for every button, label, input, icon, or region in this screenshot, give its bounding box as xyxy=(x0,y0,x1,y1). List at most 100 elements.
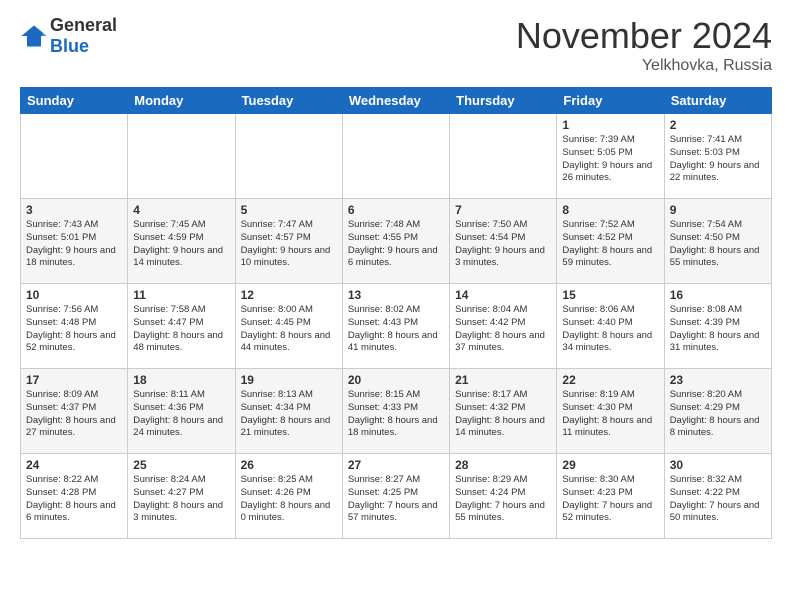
day-number: 14 xyxy=(455,288,551,302)
table-row xyxy=(235,114,342,199)
table-row: 29 Sunrise: 8:30 AM Sunset: 4:23 PM Dayli… xyxy=(557,454,664,539)
day-number: 1 xyxy=(562,118,658,132)
day-number: 25 xyxy=(133,458,229,472)
day-number: 5 xyxy=(241,203,337,217)
month-title: November 2024 xyxy=(516,15,772,57)
week-row-2: 10Sunrise: 7:56 AM Sunset: 4:48 PM Dayli… xyxy=(21,284,772,369)
day-number: 8 xyxy=(562,203,658,217)
week-row-1: 3 Sunrise: 7:43 AM Sunset: 5:01 PM Daylig… xyxy=(21,199,772,284)
day-info: Sunrise: 8:06 AM Sunset: 4:40 PM Dayligh… xyxy=(562,304,658,355)
day-info: Sunrise: 8:30 AM Sunset: 4:23 PM Dayligh… xyxy=(562,474,658,525)
table-row: 12 Sunrise: 8:00 AM Sunset: 4:45 PM Dayli… xyxy=(235,284,342,369)
table-row xyxy=(21,114,128,199)
logo-blue-text: Blue xyxy=(50,36,117,57)
day-number: 16 xyxy=(670,288,766,302)
day-info: Sunrise: 8:17 AM Sunset: 4:32 PM Dayligh… xyxy=(455,389,551,440)
table-row: 11 Sunrise: 7:58 AM Sunset: 4:47 PM Dayli… xyxy=(128,284,235,369)
day-info: Sunrise: 8:13 AM Sunset: 4:34 PM Dayligh… xyxy=(241,389,337,440)
table-row: 6Sunrise: 7:48 AM Sunset: 4:55 PM Daylig… xyxy=(342,199,449,284)
day-info: Sunrise: 8:04 AM Sunset: 4:42 PM Dayligh… xyxy=(455,304,551,355)
table-row: 9 Sunrise: 7:54 AM Sunset: 4:50 PM Daylig… xyxy=(664,199,771,284)
day-number: 24 xyxy=(26,458,122,472)
table-row: 3 Sunrise: 7:43 AM Sunset: 5:01 PM Daylig… xyxy=(21,199,128,284)
table-row: 16 Sunrise: 8:08 AM Sunset: 4:39 PM Dayli… xyxy=(664,284,771,369)
day-info: Sunrise: 8:24 AM Sunset: 4:27 PM Dayligh… xyxy=(133,474,229,525)
day-number: 18 xyxy=(133,373,229,387)
header-monday: Monday xyxy=(128,88,235,114)
logo-text: General Blue xyxy=(50,15,117,57)
header-wednesday: Wednesday xyxy=(342,88,449,114)
table-row xyxy=(450,114,557,199)
day-info: Sunrise: 8:32 AM Sunset: 4:22 PM Dayligh… xyxy=(670,474,766,525)
header: General Blue November 2024 Yelkhovka, Ru… xyxy=(20,15,772,75)
day-number: 9 xyxy=(670,203,766,217)
day-number: 20 xyxy=(348,373,444,387)
table-row: 14 Sunrise: 8:04 AM Sunset: 4:42 PM Dayli… xyxy=(450,284,557,369)
header-tuesday: Tuesday xyxy=(235,88,342,114)
day-info: Sunrise: 7:50 AM Sunset: 4:54 PM Dayligh… xyxy=(455,219,551,270)
day-info: Sunrise: 8:11 AM Sunset: 4:36 PM Dayligh… xyxy=(133,389,229,440)
week-row-3: 17 Sunrise: 8:09 AM Sunset: 4:37 PM Dayli… xyxy=(21,369,772,454)
day-number: 3 xyxy=(26,203,122,217)
day-number: 19 xyxy=(241,373,337,387)
day-info: Sunrise: 7:58 AM Sunset: 4:47 PM Dayligh… xyxy=(133,304,229,355)
table-row: 28 Sunrise: 8:29 AM Sunset: 4:24 PM Dayli… xyxy=(450,454,557,539)
day-number: 26 xyxy=(241,458,337,472)
day-number: 12 xyxy=(241,288,337,302)
table-row: 8 Sunrise: 7:52 AM Sunset: 4:52 PM Daylig… xyxy=(557,199,664,284)
table-row: 22Sunrise: 8:19 AM Sunset: 4:30 PM Dayli… xyxy=(557,369,664,454)
day-number: 27 xyxy=(348,458,444,472)
logo: General Blue xyxy=(20,15,117,57)
day-info: Sunrise: 8:02 AM Sunset: 4:43 PM Dayligh… xyxy=(348,304,444,355)
day-info: Sunrise: 7:41 AM Sunset: 5:03 PM Dayligh… xyxy=(670,134,766,185)
day-info: Sunrise: 8:15 AM Sunset: 4:33 PM Dayligh… xyxy=(348,389,444,440)
day-number: 30 xyxy=(670,458,766,472)
day-info: Sunrise: 8:00 AM Sunset: 4:45 PM Dayligh… xyxy=(241,304,337,355)
table-row: 30 Sunrise: 8:32 AM Sunset: 4:22 PM Dayli… xyxy=(664,454,771,539)
day-info: Sunrise: 8:22 AM Sunset: 4:28 PM Dayligh… xyxy=(26,474,122,525)
table-row: 17 Sunrise: 8:09 AM Sunset: 4:37 PM Dayli… xyxy=(21,369,128,454)
header-thursday: Thursday xyxy=(450,88,557,114)
day-info: Sunrise: 7:47 AM Sunset: 4:57 PM Dayligh… xyxy=(241,219,337,270)
logo-icon xyxy=(20,22,48,50)
calendar-header-row: Sunday Monday Tuesday Wednesday Thursday… xyxy=(21,88,772,114)
day-number: 23 xyxy=(670,373,766,387)
header-saturday: Saturday xyxy=(664,88,771,114)
day-info: Sunrise: 7:39 AM Sunset: 5:05 PM Dayligh… xyxy=(562,134,658,185)
day-info: Sunrise: 7:52 AM Sunset: 4:52 PM Dayligh… xyxy=(562,219,658,270)
day-info: Sunrise: 8:29 AM Sunset: 4:24 PM Dayligh… xyxy=(455,474,551,525)
day-info: Sunrise: 7:56 AM Sunset: 4:48 PM Dayligh… xyxy=(26,304,122,355)
logo-general-text: General xyxy=(50,15,117,36)
day-number: 28 xyxy=(455,458,551,472)
day-info: Sunrise: 7:43 AM Sunset: 5:01 PM Dayligh… xyxy=(26,219,122,270)
table-row: 26 Sunrise: 8:25 AM Sunset: 4:26 PM Dayli… xyxy=(235,454,342,539)
day-number: 15 xyxy=(562,288,658,302)
table-row: 19 Sunrise: 8:13 AM Sunset: 4:34 PM Dayli… xyxy=(235,369,342,454)
day-number: 17 xyxy=(26,373,122,387)
day-number: 6 xyxy=(348,203,444,217)
header-sunday: Sunday xyxy=(21,88,128,114)
title-block: November 2024 Yelkhovka, Russia xyxy=(516,15,772,75)
table-row: 7Sunrise: 7:50 AM Sunset: 4:54 PM Daylig… xyxy=(450,199,557,284)
day-info: Sunrise: 8:08 AM Sunset: 4:39 PM Dayligh… xyxy=(670,304,766,355)
location: Yelkhovka, Russia xyxy=(516,57,772,75)
table-row: 1 Sunrise: 7:39 AM Sunset: 5:05 PM Daylig… xyxy=(557,114,664,199)
table-row: 21 Sunrise: 8:17 AM Sunset: 4:32 PM Dayli… xyxy=(450,369,557,454)
day-info: Sunrise: 8:25 AM Sunset: 4:26 PM Dayligh… xyxy=(241,474,337,525)
day-number: 21 xyxy=(455,373,551,387)
day-number: 29 xyxy=(562,458,658,472)
table-row: 4 Sunrise: 7:45 AM Sunset: 4:59 PM Daylig… xyxy=(128,199,235,284)
day-info: Sunrise: 8:09 AM Sunset: 4:37 PM Dayligh… xyxy=(26,389,122,440)
table-row: 20 Sunrise: 8:15 AM Sunset: 4:33 PM Dayli… xyxy=(342,369,449,454)
table-row: 15 Sunrise: 8:06 AM Sunset: 4:40 PM Dayli… xyxy=(557,284,664,369)
table-row: 24 Sunrise: 8:22 AM Sunset: 4:28 PM Dayli… xyxy=(21,454,128,539)
day-number: 4 xyxy=(133,203,229,217)
day-info: Sunrise: 7:45 AM Sunset: 4:59 PM Dayligh… xyxy=(133,219,229,270)
week-row-0: 1 Sunrise: 7:39 AM Sunset: 5:05 PM Daylig… xyxy=(21,114,772,199)
header-friday: Friday xyxy=(557,88,664,114)
day-info: Sunrise: 7:54 AM Sunset: 4:50 PM Dayligh… xyxy=(670,219,766,270)
table-row: 18 Sunrise: 8:11 AM Sunset: 4:36 PM Dayli… xyxy=(128,369,235,454)
day-number: 11 xyxy=(133,288,229,302)
table-row: 25 Sunrise: 8:24 AM Sunset: 4:27 PM Dayli… xyxy=(128,454,235,539)
table-row xyxy=(342,114,449,199)
